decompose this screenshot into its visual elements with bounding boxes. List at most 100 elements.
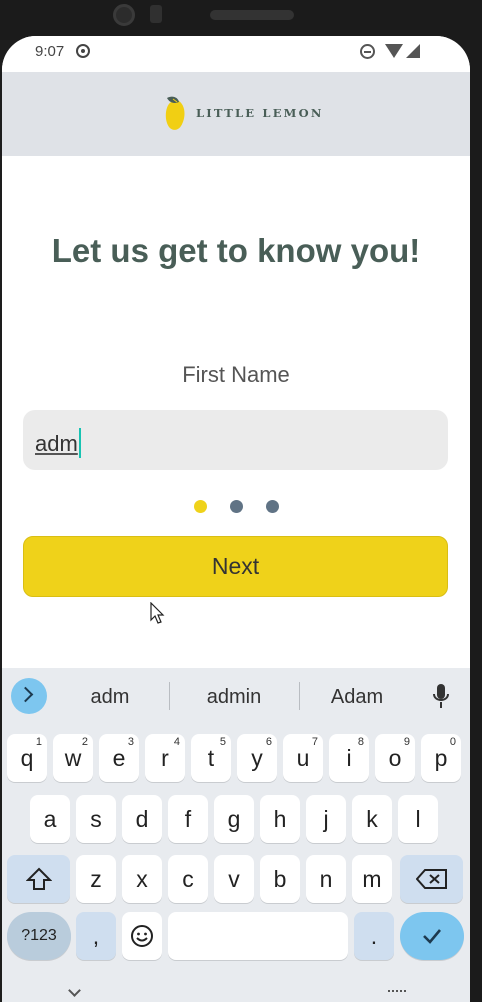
text-caret <box>78 428 81 458</box>
key-label: f <box>184 806 192 832</box>
backspace-key[interactable] <box>400 855 463 903</box>
key-k[interactable]: k <box>352 795 392 843</box>
logo-text: LITTLE LEMON <box>196 106 324 120</box>
key-hint: 1 <box>35 736 42 748</box>
key-hint: 6 <box>265 736 272 748</box>
key-label: g <box>227 806 241 832</box>
key-label: n <box>319 866 333 892</box>
settings-gear-icon <box>76 44 90 58</box>
enter-key[interactable] <box>400 912 464 960</box>
key-hint: 4 <box>173 736 180 748</box>
status-bar: 9:07 <box>2 36 470 72</box>
page-dot <box>230 500 243 513</box>
key-q[interactable]: q1 <box>7 734 47 782</box>
key-n[interactable]: n <box>306 855 346 903</box>
signal-icon <box>406 44 420 58</box>
key-g[interactable]: g <box>214 795 254 843</box>
key-hint: 9 <box>403 736 410 748</box>
shift-icon <box>25 867 52 890</box>
key-c[interactable]: c <box>168 855 208 903</box>
first-name-value: adm <box>35 428 81 458</box>
key-u[interactable]: u7 <box>283 734 323 782</box>
key-label: b <box>273 866 287 892</box>
key-label: k <box>366 806 378 832</box>
emoji-key[interactable] <box>122 912 162 960</box>
key-w[interactable]: w2 <box>53 734 93 782</box>
key-s[interactable]: s <box>76 795 116 843</box>
key-hint: 3 <box>127 736 134 748</box>
shift-key[interactable] <box>7 855 70 903</box>
status-time: 9:07 <box>35 43 65 60</box>
key-o[interactable]: o9 <box>375 734 415 782</box>
key-label: h <box>273 806 287 832</box>
wifi-icon <box>385 44 403 58</box>
backspace-icon <box>415 869 447 889</box>
key-e[interactable]: e3 <box>99 734 139 782</box>
key-t[interactable]: t5 <box>191 734 231 782</box>
hide-keyboard-icon[interactable] <box>68 984 81 997</box>
microphone-icon[interactable] <box>433 682 449 712</box>
comma-key[interactable]: , <box>76 912 116 960</box>
key-l[interactable]: l <box>398 795 438 843</box>
first-name-label: First Name <box>182 362 290 387</box>
keyboard-expand-button[interactable] <box>11 678 47 714</box>
key-label: j <box>323 806 329 832</box>
key-v[interactable]: v <box>214 855 254 903</box>
navigation-bar <box>2 984 470 1002</box>
suggestion-2[interactable]: admin <box>174 686 294 709</box>
checkmark-icon <box>423 929 441 944</box>
do-not-disturb-icon <box>360 44 375 59</box>
device-top-bezel <box>0 0 482 40</box>
key-label: v <box>228 866 240 892</box>
suggestion-1[interactable]: adm <box>50 686 170 709</box>
key-hint: 2 <box>81 736 88 748</box>
first-name-input[interactable]: adm <box>23 410 448 470</box>
key-b[interactable]: b <box>260 855 300 903</box>
key-h[interactable]: h <box>260 795 300 843</box>
key-f[interactable]: f <box>168 795 208 843</box>
period-key[interactable]: . <box>354 912 394 960</box>
key-x[interactable]: x <box>122 855 162 903</box>
key-y[interactable]: y6 <box>237 734 277 782</box>
key-p[interactable]: p0 <box>421 734 461 782</box>
key-d[interactable]: d <box>122 795 162 843</box>
key-i[interactable]: i8 <box>329 734 369 782</box>
soft-keyboard: adm admin Adam ?123 , . q 1 w 2 e 3 r 4 … <box>2 668 470 1002</box>
key-z[interactable]: z <box>76 855 116 903</box>
key-label: a <box>43 806 57 832</box>
key-hint: 8 <box>357 736 364 748</box>
key-label: m <box>362 866 382 892</box>
device-right-bezel <box>470 40 482 1002</box>
page-dot <box>266 500 279 513</box>
key-label: s <box>90 806 102 832</box>
page-indicator <box>192 500 282 514</box>
suggestion-3[interactable]: Adam <box>297 686 417 709</box>
suggestion-divider <box>169 682 170 710</box>
page-dot-active <box>194 500 207 513</box>
app-header: LITTLE LEMON <box>2 72 470 156</box>
key-hint: 7 <box>311 736 318 748</box>
device-frame: 9:07 LITTLE LEMON Let us get to know you… <box>0 0 482 1002</box>
front-camera <box>113 4 135 26</box>
earpiece-speaker <box>210 10 294 20</box>
key-j[interactable]: j <box>306 795 346 843</box>
page-title: Let us get to know you! <box>51 232 421 269</box>
proximity-sensor <box>150 5 162 23</box>
key-a[interactable]: a <box>30 795 70 843</box>
space-key[interactable] <box>168 912 348 960</box>
key-r[interactable]: r4 <box>145 734 185 782</box>
lemon-icon <box>165 96 185 130</box>
key-label: d <box>135 806 149 832</box>
key-label: z <box>90 866 102 892</box>
symbols-key[interactable]: ?123 <box>7 912 71 960</box>
chevron-right-icon <box>17 686 34 703</box>
phone-screen: 9:07 LITTLE LEMON Let us get to know you… <box>2 36 470 1002</box>
next-button[interactable]: Next <box>23 536 448 597</box>
key-label: l <box>415 806 421 832</box>
key-label: c <box>182 866 194 892</box>
emoji-icon <box>131 925 153 947</box>
key-m[interactable]: m <box>352 855 392 903</box>
next-button-label: Next <box>211 553 260 579</box>
key-hint: 0 <box>449 736 456 748</box>
keyboard-switcher-icon[interactable] <box>388 990 406 996</box>
